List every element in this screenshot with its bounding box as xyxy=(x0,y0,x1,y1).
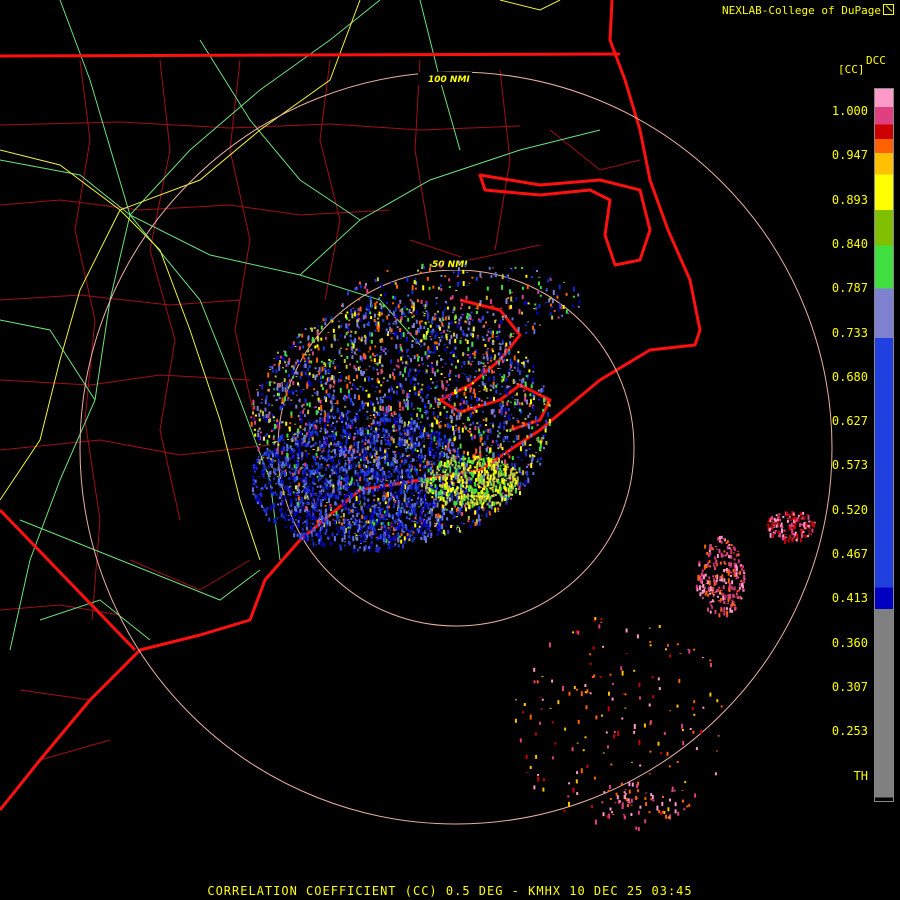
outer-ring-label: 100 NMI xyxy=(428,75,470,85)
scale-tick-label: 0.253 xyxy=(831,724,868,739)
scale-tick-label: 0.627 xyxy=(831,414,868,429)
product-caption: CORRELATION COEFFICIENT (CC) 0.5 DEG - K… xyxy=(207,884,693,898)
coastline xyxy=(0,0,702,811)
scale-tick-label: 0.787 xyxy=(831,281,868,296)
scale-tick-label: 0.307 xyxy=(831,679,868,694)
radar-echoes xyxy=(250,260,816,832)
scale-tick-label: 0.840 xyxy=(831,236,868,251)
highways xyxy=(0,0,601,651)
scale-tick-label: 0.467 xyxy=(831,547,868,561)
range-rings xyxy=(79,71,833,825)
credit-label: NEXLAB-College of DuPage xyxy=(722,4,894,17)
legend-units: [CC] xyxy=(838,63,865,76)
state-borders xyxy=(0,52,621,652)
scale-tick-label: 0.733 xyxy=(831,325,868,340)
inner-ring-label: 50 NMI xyxy=(432,260,468,270)
scale-tick-label: 0.947 xyxy=(831,148,868,163)
scale-tick-label: TH xyxy=(853,768,868,783)
scale-tick-label: 0.573 xyxy=(831,458,868,473)
color-scale-bar xyxy=(874,88,894,802)
scale-tick-label: 0.893 xyxy=(831,192,868,207)
range-ring-100 xyxy=(79,71,833,825)
scale-tick-label: 1.000 xyxy=(831,104,868,118)
scale-tick-label: 0.413 xyxy=(831,591,868,606)
credit-text: NEXLAB-College of DuPage xyxy=(722,4,881,17)
logo-icon xyxy=(883,4,894,15)
radar-map[interactable]: 50 NMI 100 NMI xyxy=(0,0,900,900)
scale-tick-label: 0.360 xyxy=(831,635,868,650)
scale-tick-label: 0.680 xyxy=(831,369,868,384)
scale-tick-label: 0.520 xyxy=(831,502,868,517)
range-ring-50 xyxy=(277,269,635,627)
legend-product-code: DCC xyxy=(866,54,886,67)
